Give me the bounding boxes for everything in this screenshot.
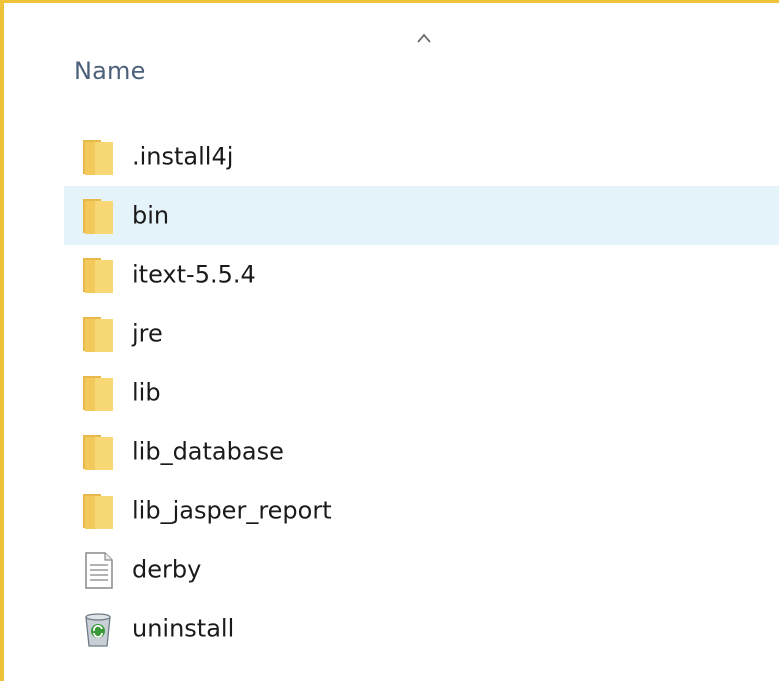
folder-icon (81, 491, 115, 531)
list-item[interactable]: uninstall (64, 599, 779, 658)
list-item[interactable]: derby (64, 540, 779, 599)
folder-icon (81, 137, 115, 177)
item-name: bin (132, 200, 170, 229)
folder-icon (81, 373, 115, 413)
column-header-name[interactable]: Name (74, 57, 146, 85)
item-name: lib (132, 377, 161, 406)
list-item[interactable]: jre (64, 304, 779, 363)
list-item[interactable]: .install4j (64, 127, 779, 186)
folder-icon (81, 314, 115, 354)
list-item[interactable]: lib (64, 363, 779, 422)
folder-icon (81, 432, 115, 472)
folder-icon (81, 255, 115, 295)
item-name: itext-5.5.4 (132, 259, 256, 288)
item-name: lib_jasper_report (132, 495, 332, 524)
list-item[interactable]: bin (64, 186, 779, 245)
sort-ascending-icon[interactable] (417, 33, 431, 43)
item-name: derby (132, 554, 202, 583)
item-name: uninstall (132, 613, 235, 642)
document-icon (81, 550, 115, 590)
list-item[interactable]: lib_jasper_report (64, 481, 779, 540)
recycle-bin-icon (81, 609, 115, 649)
window-frame: Name .install4j bin itext-5.5.4 jre lib … (0, 0, 779, 681)
item-name: .install4j (132, 141, 234, 170)
list-item[interactable]: lib_database (64, 422, 779, 481)
folder-icon (81, 196, 115, 236)
file-list: .install4j bin itext-5.5.4 jre lib lib_d… (64, 127, 779, 658)
list-item[interactable]: itext-5.5.4 (64, 245, 779, 304)
item-name: lib_database (132, 436, 284, 465)
item-name: jre (132, 318, 163, 347)
